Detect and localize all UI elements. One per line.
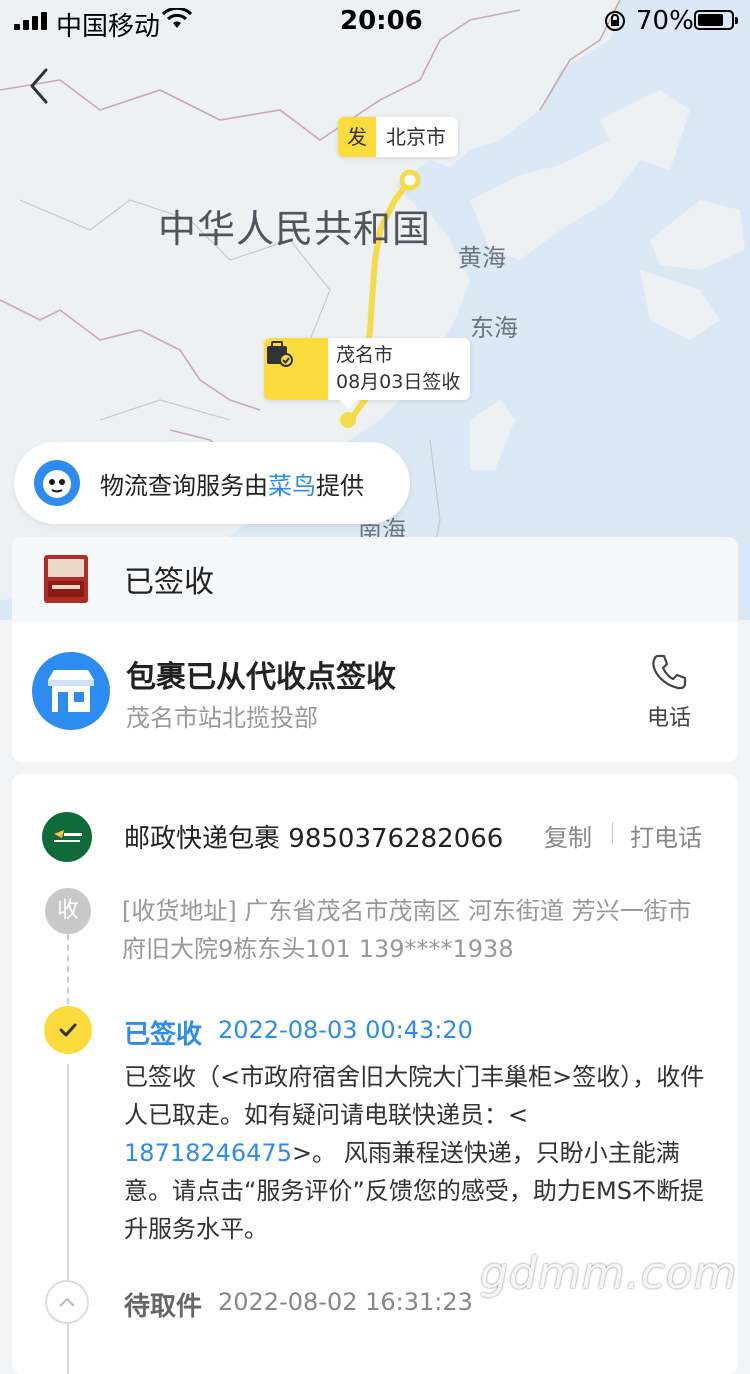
provider-banner[interactable]: 物流查询服务由菜鸟提供 xyxy=(14,442,410,524)
shop-icon xyxy=(32,652,110,730)
event-time: 2022-08-03 00:43:20 xyxy=(218,1016,473,1044)
carrier-name: 中国移动 xyxy=(56,12,161,42)
cainiao-logo-icon xyxy=(34,460,80,506)
product-thumbnail xyxy=(44,555,88,603)
event-title: 已签收 xyxy=(124,1020,203,1050)
tracking-number: 9850376282066 xyxy=(288,824,504,854)
watermark: gdmm.com xyxy=(480,1248,738,1299)
signed-check-icon xyxy=(44,1006,92,1054)
receiver-node: 收 xyxy=(45,888,91,934)
destination-city: 茂名市 xyxy=(336,344,394,366)
provider-name[interactable]: 菜鸟 xyxy=(268,472,316,500)
destination-event: 08月03日签收 xyxy=(336,371,461,393)
status-bar: 中国移动 20:06 70% xyxy=(0,0,750,42)
sea-label-yellow: 黄海 xyxy=(458,244,506,272)
event-description: 已签收（<市政府宿舍旧大院大门丰巢柜>签收），收件人已取走。如有疑问请电联快递员… xyxy=(124,1058,714,1248)
call-courier-button[interactable]: 打电话 xyxy=(630,818,702,853)
courier-name: 邮政快递包裹 xyxy=(124,824,281,854)
back-button[interactable] xyxy=(26,66,56,106)
courier-phone-link[interactable]: 18718246475 xyxy=(124,1139,292,1167)
delivery-status-title: 已签收 xyxy=(124,565,214,600)
china-post-logo-icon xyxy=(42,812,92,862)
origin-marker[interactable]: 发 北京市 xyxy=(338,117,458,157)
sea-label-east: 东海 xyxy=(470,314,518,342)
divider xyxy=(612,822,613,844)
pickup-station: 茂名市站北揽投部 xyxy=(126,704,318,732)
battery-icon xyxy=(694,10,738,30)
event-time: 2022-08-02 16:31:23 xyxy=(218,1288,473,1316)
wifi-icon xyxy=(162,8,192,28)
shipping-address: [收货地址] 广东省茂名市茂南区 河东街道 芳兴一街市府旧大院9栋东头101 1… xyxy=(122,897,692,963)
station-phone-button[interactable]: 电话 xyxy=(634,652,704,732)
battery-percent: 70% xyxy=(636,6,694,36)
rotation-lock-icon xyxy=(605,11,625,31)
origin-tag: 发 xyxy=(338,117,376,157)
pickup-card: 包裹已从代收点签收 茂名市站北揽投部 电话 xyxy=(12,622,738,762)
delivery-status-header: 已签收 xyxy=(12,537,738,621)
map-view[interactable]: 中华人民共和国 黄海 东海 南海 发 北京市 茂名市 08月03日签收 xyxy=(0,0,750,620)
provider-suffix: 提供 xyxy=(316,471,364,500)
pickup-title: 包裹已从代收点签收 xyxy=(126,660,396,695)
destination-marker[interactable]: 茂名市 08月03日签收 xyxy=(264,338,471,409)
timeline-connector xyxy=(67,934,69,1004)
copy-button[interactable]: 复制 xyxy=(544,818,592,853)
phone-icon xyxy=(652,654,687,690)
phone-label: 电话 xyxy=(646,706,691,731)
country-label: 中华人民共和国 xyxy=(158,207,432,251)
clock: 20:06 xyxy=(340,6,423,36)
origin-city: 北京市 xyxy=(376,117,458,157)
event-description-text: 已签收（<市政府宿舍旧大院大门丰巢柜>签收），收件人已取走。如有疑问请电联快递员… xyxy=(124,1063,705,1129)
provider-prefix: 物流查询服务由 xyxy=(100,471,268,500)
chevron-left-icon xyxy=(30,68,48,104)
signal-icon xyxy=(14,12,48,30)
pending-node-icon xyxy=(45,1280,89,1324)
timeline-line xyxy=(67,1064,69,1374)
event-title: 待取件 xyxy=(124,1292,203,1322)
signed-box-icon xyxy=(264,338,328,400)
